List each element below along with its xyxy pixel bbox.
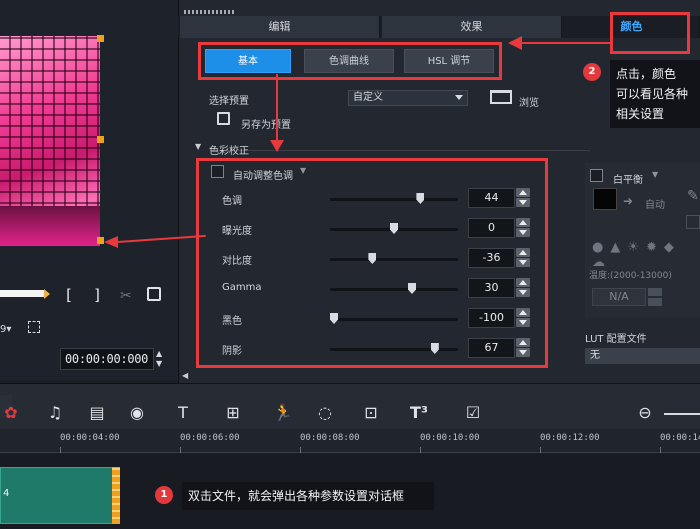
grid-layout-icon[interactable]: ⊞ bbox=[222, 404, 244, 422]
arrow-line bbox=[520, 42, 612, 44]
ruler-tick bbox=[180, 447, 181, 453]
ruler-tick-label: 00:00:04:00 bbox=[60, 433, 120, 443]
scrub-bar[interactable] bbox=[0, 289, 50, 299]
arrow-head-icon bbox=[270, 140, 284, 152]
preview-floor bbox=[0, 206, 100, 246]
timecode-display[interactable]: 00:00:00:000 bbox=[60, 348, 154, 370]
collapse-arrow-icon[interactable]: ▼ bbox=[195, 142, 201, 151]
highlight-sub-tabs bbox=[198, 42, 502, 80]
step-badge-2: 2 bbox=[583, 63, 601, 81]
ruler-tick-label: 00:00:10:00 bbox=[420, 433, 480, 443]
ruler-tick bbox=[660, 447, 661, 453]
browse-link[interactable]: 浏览 bbox=[519, 94, 539, 109]
save-preset-link[interactable]: 另存为预置 bbox=[241, 116, 291, 131]
chevron-down-icon bbox=[455, 95, 463, 100]
overlay-circles-icon[interactable]: ◉ bbox=[126, 404, 148, 422]
white-balance-checkbox[interactable] bbox=[590, 169, 603, 182]
zoom-out-icon[interactable]: ⊖ bbox=[634, 404, 656, 422]
temperature-label: 温度:(2000-13000) bbox=[589, 271, 672, 281]
lighting-preset-icons[interactable]: ●▲☀✹◆☁ bbox=[592, 240, 700, 270]
video-preview-frame[interactable] bbox=[0, 36, 100, 246]
mark-in-icon[interactable]: [ bbox=[64, 286, 73, 304]
scissors-icon[interactable]: ✂ bbox=[120, 288, 132, 304]
ruler-tick bbox=[60, 447, 61, 453]
callout-line: 可以看见各种 bbox=[616, 87, 689, 101]
lut-label: LUT 配置文件 bbox=[585, 334, 647, 345]
temperature-stepper[interactable] bbox=[648, 288, 662, 306]
preset-value: 自定义 bbox=[353, 92, 383, 103]
white-balance-label: 白平衡 bbox=[613, 175, 643, 186]
crop-handle-top[interactable] bbox=[97, 35, 104, 42]
panel-grip-icon[interactable] bbox=[184, 10, 234, 14]
lut-dropdown[interactable]: 无 bbox=[585, 348, 700, 364]
callout-line: 点击，颜色 bbox=[616, 67, 677, 81]
preset-label: 选择预置 bbox=[209, 96, 249, 107]
callout-step-1: 双击文件，就会弹出各种参数设置对话框 bbox=[182, 482, 434, 510]
panel-collapse-icon[interactable]: ◀ bbox=[182, 371, 188, 380]
step-badge-1: 1 bbox=[155, 486, 173, 504]
tab-effect[interactable]: 效果 bbox=[382, 16, 562, 38]
crop-frame-icon[interactable]: ⊡ bbox=[360, 404, 382, 422]
auto-white-balance[interactable]: 自动 bbox=[645, 196, 665, 211]
white-balance-dropdown-icon[interactable]: ▼ bbox=[652, 170, 658, 179]
highlight-color-correction bbox=[196, 158, 548, 368]
stepper-up-icon[interactable] bbox=[648, 288, 662, 296]
timeline-clip[interactable]: 4 bbox=[0, 467, 116, 524]
film-strip-icon[interactable]: ▤ bbox=[86, 404, 108, 422]
crop-handle-bottom[interactable] bbox=[97, 237, 104, 244]
arrow-head-icon bbox=[104, 236, 118, 248]
color-swatch[interactable] bbox=[593, 188, 617, 210]
arrow-right-icon: ➜ bbox=[623, 194, 634, 208]
selection-tool-icon[interactable] bbox=[28, 321, 40, 333]
media-reel-icon[interactable]: ✿ bbox=[0, 404, 22, 422]
arrow-line bbox=[276, 74, 278, 142]
eyedropper-icon[interactable]: ✎ bbox=[687, 188, 699, 204]
callout-step-2: 点击，颜色 可以看见各种 相关设置 bbox=[610, 60, 700, 128]
highlight-color-tab bbox=[610, 12, 690, 54]
crop-handle-mid[interactable] bbox=[97, 136, 104, 143]
ruler-tick bbox=[540, 447, 541, 453]
stepper-down-icon[interactable] bbox=[648, 298, 662, 306]
save-icon[interactable] bbox=[217, 112, 230, 125]
zoom-slider[interactable] bbox=[664, 413, 700, 415]
3d-title-icon[interactable]: T³ bbox=[408, 404, 430, 422]
ruler-tick bbox=[420, 447, 421, 453]
ruler-tick bbox=[300, 447, 301, 453]
ruler-tick-label: 00:00:08:00 bbox=[300, 433, 360, 443]
clip-trim-handle[interactable] bbox=[112, 467, 120, 524]
browse-icon[interactable] bbox=[490, 90, 512, 104]
motion-runner-icon[interactable]: 🏃 bbox=[272, 404, 294, 422]
audio-wave-icon[interactable]: ♫ bbox=[44, 404, 66, 422]
path-loop-icon[interactable]: ◌ bbox=[314, 404, 336, 422]
ruler-tick-label: 00:00:06:00 bbox=[180, 433, 240, 443]
arrow-head-icon bbox=[508, 36, 522, 50]
wb-option-box[interactable] bbox=[686, 215, 700, 229]
mask-check-icon[interactable]: ☑ bbox=[462, 404, 484, 422]
title-text-icon[interactable]: T bbox=[172, 404, 194, 422]
clip-label: 4 bbox=[3, 488, 10, 499]
ruler-tick-label: 00:00:14 bbox=[660, 433, 700, 443]
snapshot-icon[interactable] bbox=[147, 287, 161, 301]
callout-line: 相关设置 bbox=[616, 107, 665, 121]
section-divider bbox=[210, 150, 590, 151]
mark-out-icon[interactable]: ] bbox=[93, 286, 102, 304]
tab-edit[interactable]: 编辑 bbox=[180, 16, 380, 38]
temperature-input[interactable]: N/A bbox=[592, 288, 646, 306]
zoom-dropdown-icon[interactable]: 9▾ bbox=[0, 324, 11, 335]
preset-dropdown[interactable]: 自定义 bbox=[348, 90, 468, 106]
ruler-tick-label: 00:00:12:00 bbox=[540, 433, 600, 443]
color-correction-title: 色彩校正 bbox=[209, 146, 249, 157]
timecode-spinner-icon[interactable]: ▲ ▼ bbox=[156, 349, 162, 369]
